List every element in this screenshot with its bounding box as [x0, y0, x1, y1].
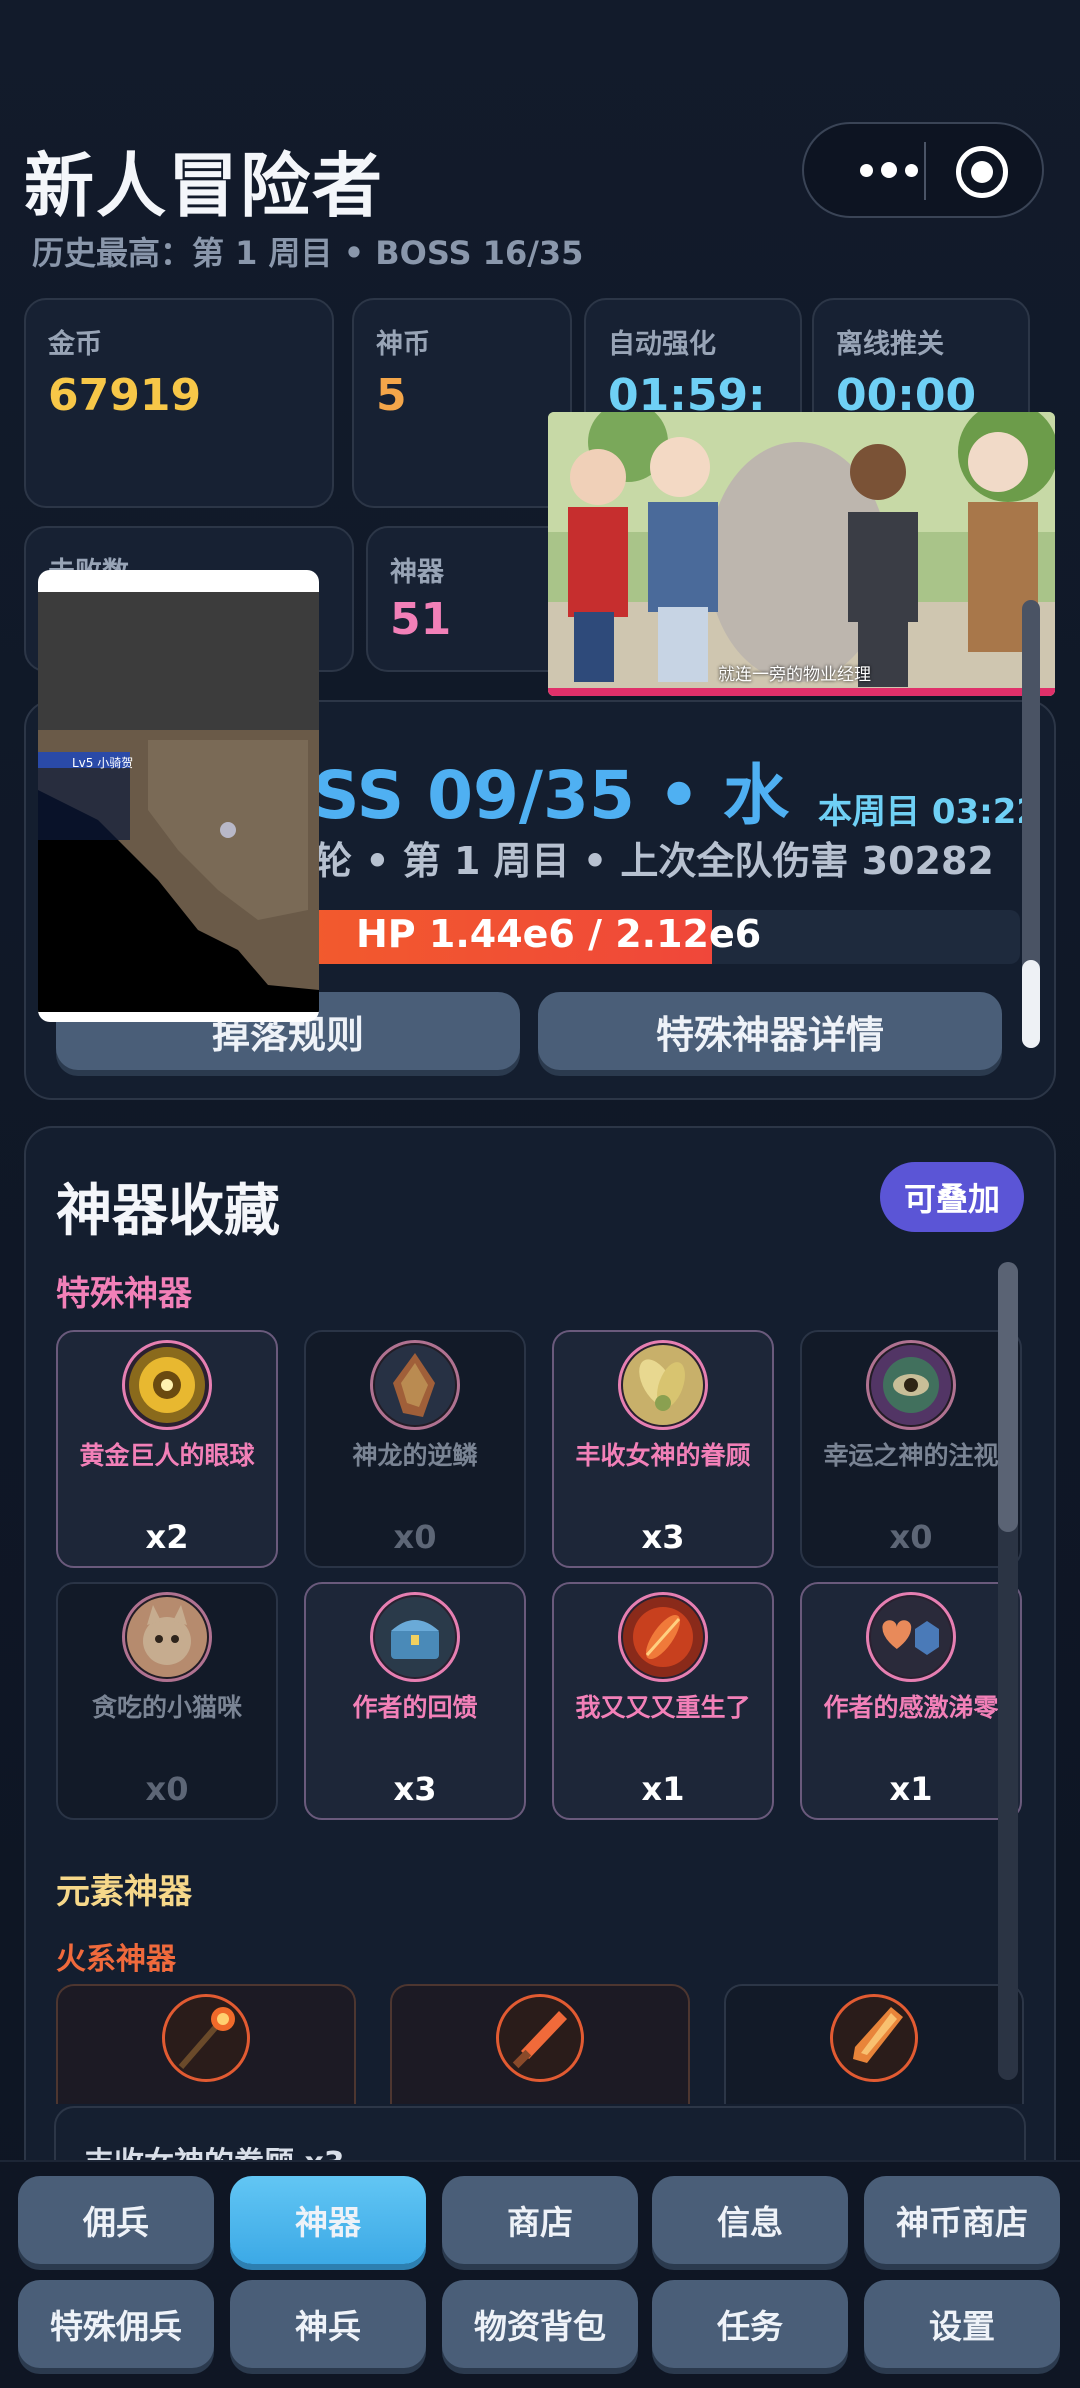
fire-blade-icon: [830, 1994, 918, 2082]
fire-artifact-card[interactable]: [56, 1984, 356, 2104]
stat-gold: 金币 67919: [24, 298, 334, 508]
cat-icon: [122, 1592, 212, 1682]
best-record: 历史最高：第 1 周目 • BOSS 16/35: [32, 234, 584, 272]
artifact-card[interactable]: 作者的回馈 x3: [304, 1582, 526, 1820]
mini-program-capsule: [802, 122, 1044, 218]
nav-supply-bag[interactable]: 物资背包: [442, 2280, 638, 2368]
artifact-card[interactable]: 丰收女神的眷顾 x3: [552, 1330, 774, 1568]
golden-eye-icon: [122, 1340, 212, 1430]
boss-hp-text: HP 1.44e6 / 2.12e6: [356, 912, 762, 956]
stat-label: 离线推关: [836, 329, 944, 360]
fire-sword-icon: [496, 1994, 584, 2082]
artifact-card[interactable]: 神龙的逆鳞 x0: [304, 1330, 526, 1568]
artifact-name: 贪吃的小猫咪: [91, 1693, 242, 1722]
artifact-count: x3: [641, 1518, 685, 1556]
scrollbar-thumb[interactable]: [998, 1262, 1018, 1532]
fire-artifact-card[interactable]: [390, 1984, 690, 2104]
special-artifact-heading: 特殊神器: [56, 1274, 192, 1314]
special-artifact-details-button[interactable]: 特殊神器详情: [538, 992, 1002, 1070]
scrollbar-thumb[interactable]: [1022, 960, 1040, 1048]
nav-god-coin-shop[interactable]: 神币商店: [864, 2176, 1060, 2264]
nav-special-mercenary[interactable]: 特殊佣兵: [18, 2280, 214, 2368]
fire-staff-icon: [162, 1994, 250, 2082]
artifact-count: x1: [641, 1770, 685, 1808]
nav-divine-weapon[interactable]: 神兵: [230, 2280, 426, 2368]
game-player-label: Lv5 小骑贺: [72, 756, 134, 770]
page-title: 新人冒险者: [24, 145, 384, 227]
artifact-card[interactable]: 幸运之神的注视 x0: [800, 1330, 1022, 1568]
stackable-badge[interactable]: 可叠加: [880, 1162, 1024, 1232]
boss-round-info: 轮 • 第 1 周目 • 上次全队伤害 30282: [314, 839, 994, 883]
stat-value: 67919: [48, 370, 202, 421]
boss-panel-scrollbar[interactable]: [1022, 600, 1040, 1048]
collection-scrollbar[interactable]: [998, 1262, 1018, 2080]
boss-title: SS 09/35 • 水: [312, 757, 790, 834]
artifact-card[interactable]: 黄金巨人的眼球 x2: [56, 1330, 278, 1568]
boss-timer: 本周目 03:22: [818, 792, 1041, 832]
stat-label: 金币: [48, 329, 102, 360]
stat-label: 神币: [376, 329, 430, 360]
artifact-name: 作者的感激涕零: [823, 1693, 999, 1722]
nav-shop[interactable]: 商店: [442, 2176, 638, 2264]
artifact-name: 作者的回馈: [352, 1693, 478, 1722]
stat-value: 5: [376, 370, 407, 421]
artifact-card[interactable]: 作者的感激涕零 x1: [800, 1582, 1022, 1820]
fire-artifact-heading: 火系神器: [56, 1942, 176, 1977]
game-window-header: [38, 592, 319, 742]
collection-title: 神器收藏: [56, 1179, 280, 1244]
nav-tasks[interactable]: 任务: [652, 2280, 848, 2368]
artifact-card[interactable]: 我又又又重生了 x1: [552, 1582, 774, 1820]
more-icon[interactable]: [834, 124, 944, 216]
artifact-count: x1: [889, 1770, 933, 1808]
stat-value: 51: [390, 594, 452, 645]
element-artifact-heading: 元素神器: [56, 1872, 192, 1912]
nav-info[interactable]: 信息: [652, 2176, 848, 2264]
nav-settings[interactable]: 设置: [864, 2280, 1060, 2368]
phoenix-feather-icon: [618, 1592, 708, 1682]
treasure-chest-icon: [370, 1592, 460, 1682]
nav-artifact[interactable]: 神器: [230, 2176, 426, 2264]
stat-artifacts: 神器 51: [366, 526, 570, 672]
nav-mercenary[interactable]: 佣兵: [18, 2176, 214, 2264]
artifact-count: x0: [889, 1518, 933, 1556]
floating-game-window[interactable]: Lv5 小骑贺: [38, 570, 319, 1022]
artifact-name: 我又又又重生了: [575, 1693, 751, 1722]
artifact-name: 丰收女神的眷顾: [575, 1441, 751, 1470]
fire-artifact-card[interactable]: [724, 1984, 1024, 2104]
artifact-name: 神龙的逆鳞: [352, 1441, 478, 1470]
artifact-name: 黄金巨人的眼球: [79, 1441, 255, 1470]
heart-gem-icon: [866, 1592, 956, 1682]
video-subtitle: 就连一旁的物业经理: [718, 665, 871, 685]
close-target-icon[interactable]: [956, 146, 1008, 198]
artifact-count: x0: [393, 1518, 437, 1556]
artifact-count: x2: [145, 1518, 189, 1556]
artifact-count: x0: [145, 1770, 189, 1808]
dragon-scale-icon: [370, 1340, 460, 1430]
capsule-divider: [924, 142, 926, 200]
artifact-count: x3: [393, 1770, 437, 1808]
stat-label: 自动强化: [608, 329, 716, 360]
stat-label: 神器: [390, 557, 444, 588]
stat-god-coin: 神币 5: [352, 298, 572, 508]
floating-video-window[interactable]: 就连一旁的物业经理: [548, 412, 1055, 696]
artifact-card[interactable]: 贪吃的小猫咪 x0: [56, 1582, 278, 1820]
luck-eye-icon: [866, 1340, 956, 1430]
harvest-wheat-icon: [618, 1340, 708, 1430]
artifact-name: 幸运之神的注视: [823, 1441, 999, 1470]
